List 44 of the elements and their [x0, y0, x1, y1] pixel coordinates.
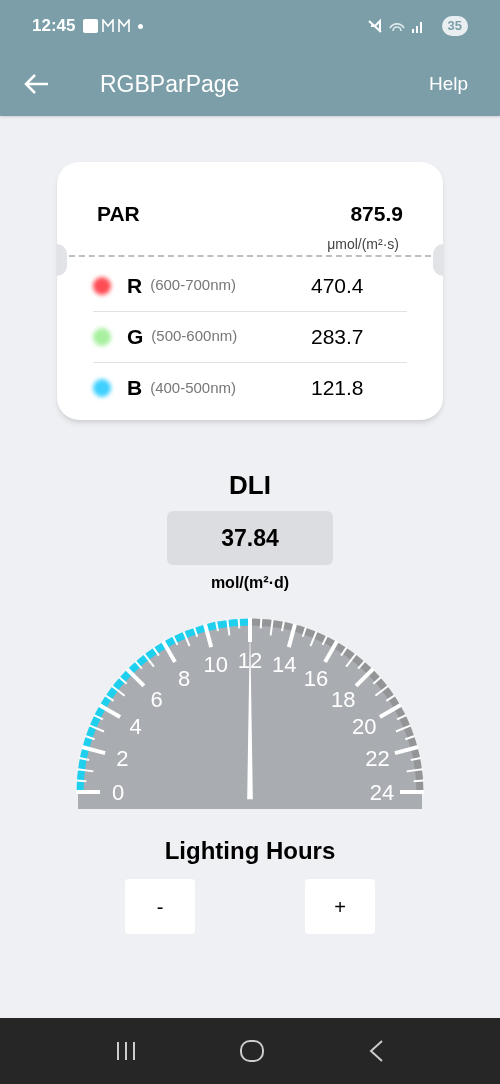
decrease-button[interactable]: -	[125, 879, 195, 934]
dial-label: 4	[129, 714, 142, 739]
back-arrow-icon[interactable]	[24, 73, 50, 95]
dial-label: 24	[369, 780, 395, 805]
dial-label: 20	[352, 714, 377, 739]
home-icon[interactable]	[239, 1039, 265, 1063]
mail-icon	[102, 19, 115, 33]
status-time: 12:45	[32, 15, 76, 38]
dli-title: DLI	[229, 469, 271, 502]
increase-button[interactable]: +	[305, 879, 375, 934]
par-value: 875.9	[350, 201, 403, 227]
back-icon[interactable]	[367, 1039, 385, 1063]
dial-label: 12	[237, 648, 263, 673]
channel-letter: B	[127, 375, 143, 402]
dial-label: 6	[150, 686, 163, 712]
channel-range: (500-600nm)	[151, 326, 238, 347]
recent-apps-icon[interactable]	[115, 1041, 137, 1061]
par-unit: μmol/(m²·s)	[327, 234, 399, 254]
dial-label: 2	[116, 745, 129, 771]
dial-label: 16	[303, 665, 329, 691]
battery-badge: 35	[441, 16, 468, 36]
channel-range: (600-700nm)	[150, 275, 237, 296]
channel-range: (400-500nm)	[150, 377, 237, 398]
dial-label: 18	[331, 686, 356, 712]
channel-letter: G	[127, 323, 144, 350]
card-notch	[433, 244, 443, 276]
dot-icon	[138, 23, 144, 29]
mail-icon	[118, 19, 131, 33]
par-label: PAR	[97, 201, 140, 227]
channel-value: 283.7	[311, 323, 365, 350]
channel-value: 470.4	[311, 272, 365, 299]
channel-value: 121.8	[311, 375, 365, 402]
dial-label: 22	[365, 745, 390, 771]
app-title: RGBParPage	[100, 69, 240, 99]
dli-value: 37.84	[167, 511, 333, 565]
message-icon	[83, 19, 99, 33]
card-notch	[57, 244, 67, 276]
dli-unit: mol/(m²·d)	[210, 573, 290, 593]
dial-label: 0	[111, 780, 125, 805]
dial-label: 10	[203, 652, 229, 678]
dial-label: 8	[177, 665, 191, 691]
channel-letter: R	[127, 272, 143, 299]
dial-label: 14	[271, 652, 297, 678]
lighting-hours-title: Lighting Hours	[164, 836, 336, 866]
